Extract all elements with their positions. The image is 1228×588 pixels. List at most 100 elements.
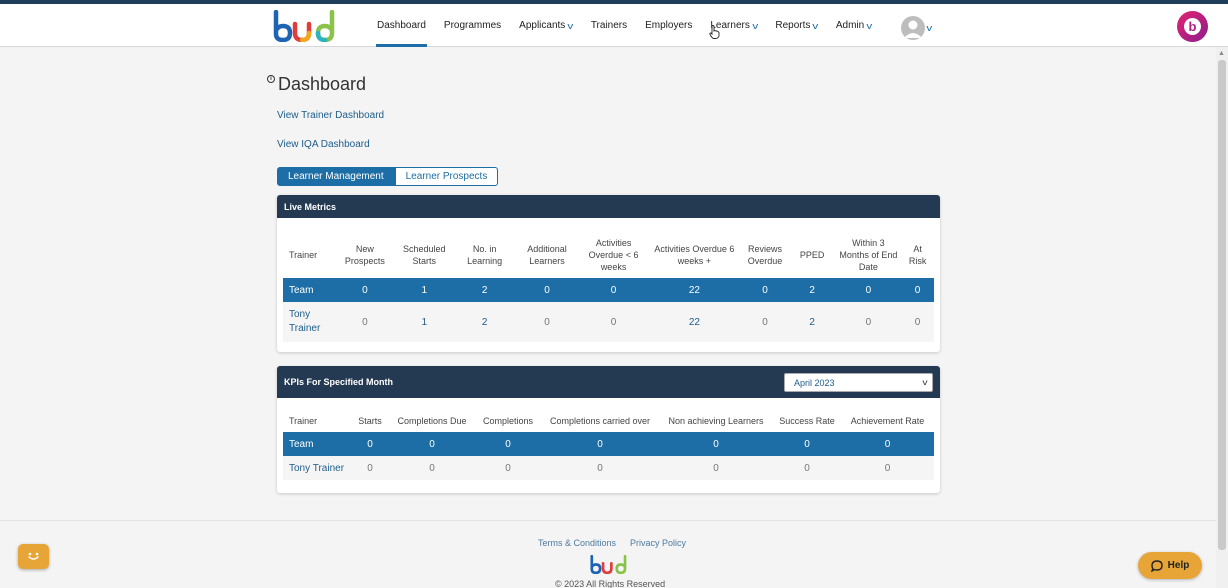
no-in-learning-link[interactable]: 2: [454, 302, 515, 342]
tab-learner-management[interactable]: Learner Management: [277, 167, 395, 186]
cell: 0: [659, 432, 773, 456]
brand-badge-icon[interactable]: b: [1177, 11, 1208, 42]
trainer-link-tony[interactable]: Tony Trainer: [283, 456, 351, 480]
terms-link[interactable]: Terms & Conditions: [538, 538, 616, 548]
cell: 22: [647, 278, 742, 302]
bud-logo[interactable]: [272, 10, 338, 42]
cell: 0: [579, 302, 648, 342]
user-avatar-icon[interactable]: [901, 16, 925, 40]
header-completions-due: Completions Due: [397, 415, 467, 426]
main-nav: Dashboard Programmes Applicants v Trainer…: [368, 4, 881, 47]
scroll-up-arrow-icon[interactable]: ▲: [1218, 50, 1225, 57]
chatbot-launcher[interactable]: [18, 544, 49, 569]
header-starts: Starts: [358, 415, 382, 426]
cell: 0: [659, 456, 773, 480]
header-completions-carried-over: Completions carried over: [549, 415, 651, 426]
chevron-down-icon: v: [812, 20, 819, 31]
cell-team-label: Team: [283, 432, 351, 456]
chevron-down-icon: v: [752, 20, 759, 31]
chevron-down-icon[interactable]: v: [926, 23, 932, 33]
kpis-header: KPIs For Specified Month April 2023 v: [277, 366, 940, 398]
scheduled-starts-link[interactable]: 1: [393, 302, 455, 342]
nav-applicants-label: Applicants: [519, 20, 566, 31]
nav-applicants[interactable]: Applicants v: [510, 4, 582, 47]
nav-dashboard[interactable]: Dashboard: [368, 4, 435, 47]
pped-link[interactable]: 2: [788, 302, 836, 342]
nav-employers[interactable]: Employers: [636, 4, 701, 47]
trainer-link-tony[interactable]: Tony Trainer: [283, 302, 337, 342]
cell: 0: [514, 278, 580, 302]
cell: 0: [901, 302, 934, 342]
table-row-team: Team 0 0 0 0 0 0 0: [283, 432, 934, 456]
header-scheduled-starts: Scheduled Starts: [402, 243, 446, 266]
cell: 0: [336, 302, 394, 342]
month-select[interactable]: April 2023 v: [784, 373, 933, 392]
header-completions: Completions: [482, 415, 534, 426]
header-no-in-learning: No. in Learning: [467, 243, 503, 266]
cell: 0: [741, 278, 789, 302]
help-label: Help: [1167, 560, 1190, 571]
view-iqa-dashboard-link[interactable]: View IQA Dashboard: [277, 139, 370, 150]
live-metrics-card: Live Metrics Trainer New Prospects Sched…: [277, 195, 940, 352]
header-achievement-rate: Achievement Rate: [850, 415, 925, 426]
header-trainer: Trainer: [289, 249, 318, 260]
header-activities-overdue-6plus: Activities Overdue 6 weeks +: [654, 243, 735, 266]
cell: 0: [835, 278, 902, 302]
info-icon[interactable]: i: [267, 75, 275, 83]
header-trainer: Trainer: [289, 415, 318, 426]
cell: 2: [788, 278, 836, 302]
cell: 0: [741, 302, 789, 342]
header-within-3-months: Within 3 Months of End Date: [839, 237, 898, 272]
header-new-prospects: New Prospects: [344, 243, 385, 266]
help-button[interactable]: Help: [1138, 552, 1202, 579]
top-navbar: Dashboard Programmes Applicants v Trainer…: [0, 4, 1228, 47]
view-trainer-dashboard-link[interactable]: View Trainer Dashboard: [277, 110, 384, 121]
table-row-trainer: Tony Trainer 0 1 2 0 0 22 0 2 0 0: [283, 302, 934, 342]
cell-team-label: Team: [283, 278, 337, 302]
header-at-risk: At Risk: [908, 243, 927, 266]
nav-dashboard-label: Dashboard: [377, 20, 426, 31]
tab-learner-prospects[interactable]: Learner Prospects: [394, 167, 499, 186]
nav-programmes[interactable]: Programmes: [435, 4, 510, 47]
activities-overdue-link[interactable]: 22: [647, 302, 742, 342]
nav-admin[interactable]: Admin v: [827, 4, 881, 47]
copyright-text: © 2023 All Rights Reserved: [555, 579, 666, 588]
kpis-table: Trainer Starts Completions Due Completio…: [283, 409, 934, 480]
cell: 0: [579, 278, 648, 302]
smiley-bot-icon: [28, 552, 39, 560]
cell: 0: [841, 456, 934, 480]
cell: 0: [841, 432, 934, 456]
table-row-team: Team 0 1 2 0 0 22 0 2 0 0: [283, 278, 934, 302]
chat-bubble-icon: [1150, 559, 1163, 572]
table-row-trainer: Tony Trainer 0 0 0 0 0 0 0: [283, 456, 934, 480]
dashboard-tabs: Learner Management Learner Prospects: [277, 167, 499, 186]
cell: 0: [901, 278, 934, 302]
cell: 0: [541, 432, 659, 456]
kpis-title: KPIs For Specified Month: [284, 377, 394, 387]
footer-links: Terms & Conditions Privacy Policy: [538, 538, 686, 548]
cell: 0: [835, 302, 902, 342]
nav-reports[interactable]: Reports v: [766, 4, 827, 47]
privacy-link[interactable]: Privacy Policy: [630, 538, 686, 548]
cell: 0: [773, 432, 841, 456]
nav-programmes-label: Programmes: [443, 20, 502, 31]
cell: 0: [514, 302, 580, 342]
header-success-rate: Success Rate: [779, 415, 835, 426]
chevron-down-icon: v: [567, 20, 574, 31]
live-metrics-table: Trainer New Prospects Scheduled Starts N…: [283, 231, 934, 342]
brand-badge-letter: b: [1184, 18, 1201, 35]
kpis-card: KPIs For Specified Month April 2023 v Tr…: [277, 366, 940, 493]
chevron-down-icon: v: [866, 20, 873, 31]
cell: 0: [475, 456, 541, 480]
cell: 0: [541, 456, 659, 480]
cell: 0: [351, 432, 389, 456]
nav-trainers[interactable]: Trainers: [582, 4, 636, 47]
cell: 0: [773, 456, 841, 480]
nav-trainers-label: Trainers: [590, 20, 628, 31]
nav-reports-label: Reports: [775, 20, 811, 31]
month-select-value: April 2023: [794, 377, 835, 388]
table-header-row: Trainer New Prospects Scheduled Starts N…: [283, 231, 934, 278]
nav-employers-label: Employers: [645, 20, 693, 31]
scrollbar-thumb[interactable]: [1218, 60, 1226, 550]
cell: 0: [389, 456, 475, 480]
